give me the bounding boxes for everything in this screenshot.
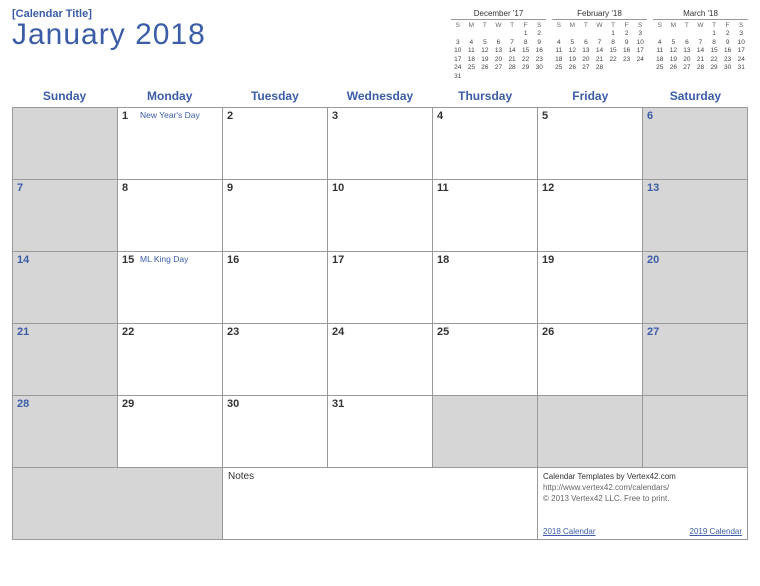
day-number: 12 — [542, 182, 554, 194]
calendar-cell: 28 — [13, 396, 118, 468]
day-number: 24 — [332, 326, 344, 338]
day-number: 13 — [647, 182, 659, 194]
credits-text: Calendar Templates by Vertex42.comhttp:/… — [543, 471, 742, 505]
calendar-cell: 8 — [118, 180, 223, 252]
notes-label: Notes — [228, 471, 254, 482]
mini-calendar: February '18 SMTWTFS123456789101112131415… — [552, 8, 647, 81]
day-number: 7 — [17, 182, 23, 194]
calendar-cell: 10 — [328, 180, 433, 252]
mini-calendar-title: February '18 — [552, 8, 647, 20]
calendar-cell: 7 — [13, 180, 118, 252]
day-number: 25 — [437, 326, 449, 338]
day-number: 3 — [332, 110, 338, 122]
calendar-cell: 18 — [433, 252, 538, 324]
calendar-grid: 1New Year's Day23456789101112131415ML Ki… — [12, 107, 748, 540]
day-number: 9 — [227, 182, 233, 194]
day-number: 23 — [227, 326, 239, 338]
day-number: 2 — [227, 110, 233, 122]
calendar-cell: 4 — [433, 108, 538, 180]
day-number: 20 — [647, 254, 659, 266]
calendar-cell: 26 — [538, 324, 643, 396]
day-number: 28 — [17, 398, 29, 410]
day-number: 14 — [17, 254, 29, 266]
mini-calendar-grid: SMTWTFS123456789101112131415161718192021… — [451, 22, 546, 81]
calendar-cell: 1 New Year's Day — [118, 108, 223, 180]
empty-cell — [13, 468, 223, 540]
calendar-cell: 3 — [328, 108, 433, 180]
day-number: 17 — [332, 254, 344, 266]
day-of-week-row: SundayMondayTuesdayWednesdayThursdayFrid… — [12, 85, 748, 107]
calendar-cell: 22 — [118, 324, 223, 396]
day-header: Sunday — [12, 85, 117, 107]
calendar-cell: 24 — [328, 324, 433, 396]
calendar-cell: 15 ML King Day — [118, 252, 223, 324]
calendar-cell: 20 — [643, 252, 748, 324]
mini-calendar-row: December '17 SMTWTFS123456789101112131415… — [451, 8, 748, 81]
day-header: Wednesday — [327, 85, 432, 107]
link-2019-calendar[interactable]: 2019 Calendar — [690, 527, 742, 536]
day-header: Friday — [538, 85, 643, 107]
calendar-cell: 29 — [118, 396, 223, 468]
mini-calendar: December '17 SMTWTFS123456789101112131415… — [451, 8, 546, 81]
day-number: 1 — [122, 110, 128, 122]
calendar-cell — [538, 396, 643, 468]
day-header: Thursday — [433, 85, 538, 107]
day-number: 6 — [647, 110, 653, 122]
day-number: 16 — [227, 254, 239, 266]
calendar-page: [Calendar Title] January 2018 December '… — [0, 0, 760, 552]
day-number: 26 — [542, 326, 554, 338]
calendar-cell: 17 — [328, 252, 433, 324]
day-number: 18 — [437, 254, 449, 266]
calendar-cell — [13, 108, 118, 180]
calendar-cell: 2 — [223, 108, 328, 180]
mini-calendar-grid: SMTWTFS123456789101112131415161718192021… — [552, 22, 647, 73]
calendar-cell: 25 — [433, 324, 538, 396]
day-number: 8 — [122, 182, 128, 194]
mini-calendar-title: March '18 — [653, 8, 748, 20]
calendar-cell: 21 — [13, 324, 118, 396]
calendar-cell: 6 — [643, 108, 748, 180]
event-label: New Year's Day — [140, 110, 200, 120]
calendar-cell: 11 — [433, 180, 538, 252]
day-number: 5 — [542, 110, 548, 122]
calendar-cell: 30 — [223, 396, 328, 468]
day-number: 21 — [17, 326, 29, 338]
day-number: 29 — [122, 398, 134, 410]
credits-cell: Calendar Templates by Vertex42.comhttp:/… — [538, 468, 748, 540]
day-number: 15 — [122, 254, 134, 266]
day-header: Monday — [117, 85, 222, 107]
day-header: Tuesday — [222, 85, 327, 107]
day-header: Saturday — [643, 85, 748, 107]
calendar-cell: 16 — [223, 252, 328, 324]
day-number: 10 — [332, 182, 344, 194]
calendar-cell — [643, 396, 748, 468]
mini-calendar-grid: SMTWTFS123456789101112131415161718192021… — [653, 22, 748, 73]
day-number: 27 — [647, 326, 659, 338]
calendar-cell: 9 — [223, 180, 328, 252]
day-number: 31 — [332, 398, 344, 410]
calendar-cell: 14 — [13, 252, 118, 324]
calendar-cell: 23 — [223, 324, 328, 396]
calendar-cell: 19 — [538, 252, 643, 324]
link-2018-calendar[interactable]: 2018 Calendar — [543, 527, 595, 536]
calendar-cell: 31 — [328, 396, 433, 468]
calendar-cell: 12 — [538, 180, 643, 252]
header: [Calendar Title] January 2018 December '… — [12, 8, 748, 81]
calendar-cell — [433, 396, 538, 468]
day-number: 30 — [227, 398, 239, 410]
month-title: January 2018 — [12, 18, 451, 52]
mini-calendar-title: December '17 — [451, 8, 546, 20]
notes-cell: Notes — [223, 468, 538, 540]
day-number: 4 — [437, 110, 443, 122]
footer-links: 2018 Calendar 2019 Calendar — [543, 527, 742, 536]
mini-calendar: March '18 SMTWTFS123456789101112131415161… — [653, 8, 748, 81]
event-label: ML King Day — [140, 254, 188, 264]
calendar-cell: 27 — [643, 324, 748, 396]
day-number: 11 — [437, 182, 449, 194]
day-number: 19 — [542, 254, 554, 266]
calendar-cell: 13 — [643, 180, 748, 252]
header-left: [Calendar Title] January 2018 — [12, 8, 451, 52]
day-number: 22 — [122, 326, 134, 338]
calendar-cell: 5 — [538, 108, 643, 180]
